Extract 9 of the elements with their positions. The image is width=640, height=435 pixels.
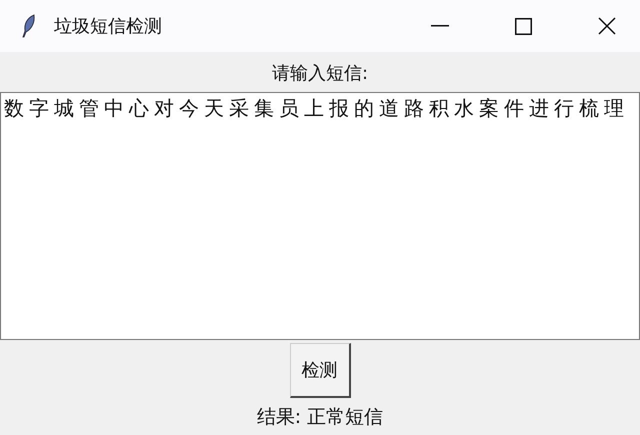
feather-icon — [22, 14, 36, 38]
window-title: 垃圾短信检测 — [54, 15, 162, 38]
message-field[interactable]: 数字城管中心对今天采集员上报的道路积水案件进行梳理 — [0, 92, 640, 340]
prompt-label: 请输入短信: — [270, 62, 370, 86]
minimize-icon[interactable] — [431, 25, 449, 27]
close-icon[interactable] — [598, 17, 616, 35]
maximize-icon[interactable] — [515, 18, 532, 34]
detect-button[interactable]: 检测 — [290, 343, 350, 398]
result-label: 结果: 正常短信 — [256, 406, 384, 428]
